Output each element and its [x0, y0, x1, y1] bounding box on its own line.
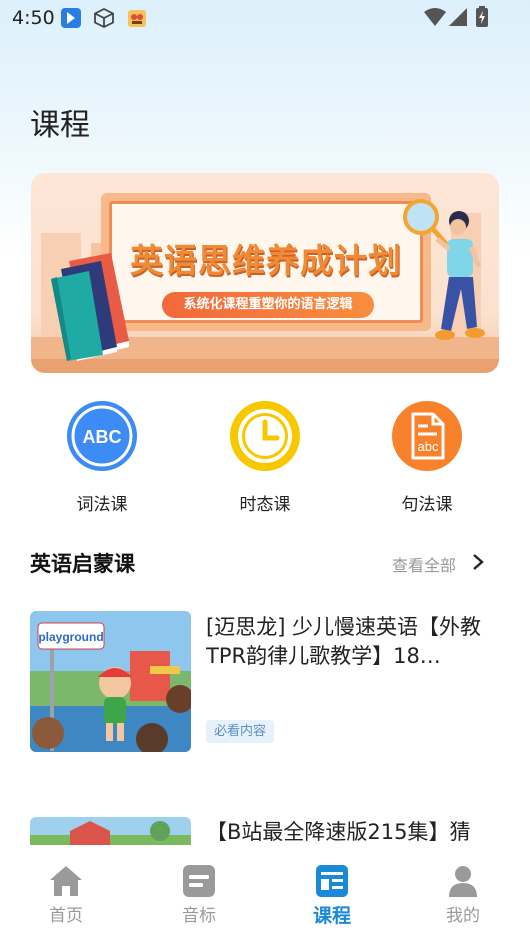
course-tag: 必看内容: [206, 720, 275, 743]
nav-label: 音标: [182, 906, 216, 926]
nav-label: 我的: [446, 906, 480, 926]
course-thumbnail[interactable]: playground: [30, 611, 191, 752]
course-icon: [316, 865, 348, 897]
course-title[interactable]: [迈思龙] 少儿慢速英语【外教TPR韵律儿歌教学】18…: [206, 613, 496, 671]
books-illustration: [51, 253, 129, 361]
app-notification-icon: [61, 8, 81, 28]
category-syntax[interactable]: abc 句法课: [372, 400, 482, 515]
nav-item-home[interactable]: 首页: [26, 863, 106, 926]
section-title: 英语启蒙课: [30, 552, 135, 576]
category-lexical[interactable]: ABC 词法课: [47, 400, 157, 515]
nav-item-phonetics[interactable]: 音标: [159, 863, 239, 926]
banner-board: 英语思维养成计划 系统化课程重塑你的语言逻辑: [101, 193, 431, 331]
course-thumbnail[interactable]: [30, 817, 191, 845]
home-icon: [50, 866, 82, 896]
category-label: 句法课: [401, 495, 453, 515]
playground-illustration: playground: [30, 611, 191, 752]
farm-illustration: [30, 817, 191, 845]
svg-text:abc: abc: [418, 439, 439, 454]
banner-subtitle: 系统化课程重塑你的语言逻辑: [162, 292, 374, 318]
svg-text:ABC: ABC: [83, 427, 122, 447]
chevron-right-icon[interactable]: [470, 552, 486, 572]
banner-title: 英语思维养成计划: [130, 241, 402, 280]
person-magnifier-illustration: [403, 199, 485, 340]
wifi-icon: [424, 8, 446, 26]
clock-icon: [230, 401, 300, 471]
box-icon: [94, 7, 114, 29]
status-time: 4:50: [12, 7, 55, 29]
phonetic-icon: [183, 865, 215, 897]
view-all-link[interactable]: 查看全部: [392, 552, 456, 576]
abc-icon: ABC: [67, 401, 137, 471]
nav-label: 课程: [312, 905, 351, 927]
thumb-sign-text: playground: [38, 630, 103, 644]
course-title[interactable]: 【B站最全降速版215集】猜: [206, 818, 496, 845]
nav-item-profile[interactable]: 我的: [423, 863, 503, 926]
nav-label: 首页: [49, 906, 83, 926]
profile-icon: [449, 866, 477, 897]
nav-item-courses[interactable]: 课程: [292, 863, 372, 928]
battery-charging-icon: [476, 6, 488, 27]
abc-document-icon: abc: [392, 401, 462, 471]
status-bar: 4:50: [0, 0, 530, 38]
page-title: 课程: [30, 108, 90, 143]
bottom-navigation: 首页 音标 课程 我的: [0, 845, 530, 942]
category-label: 时态课: [239, 495, 291, 515]
category-label: 词法课: [76, 495, 128, 515]
signal-icon: [449, 8, 467, 26]
banner-floor-edge: [31, 359, 499, 373]
game-icon: [128, 10, 146, 27]
banner-board-inner: 英语思维养成计划 系统化课程重塑你的语言逻辑: [109, 201, 423, 323]
promo-banner[interactable]: 英语思维养成计划 系统化课程重塑你的语言逻辑: [31, 173, 499, 373]
category-tense[interactable]: 时态课: [210, 400, 320, 515]
